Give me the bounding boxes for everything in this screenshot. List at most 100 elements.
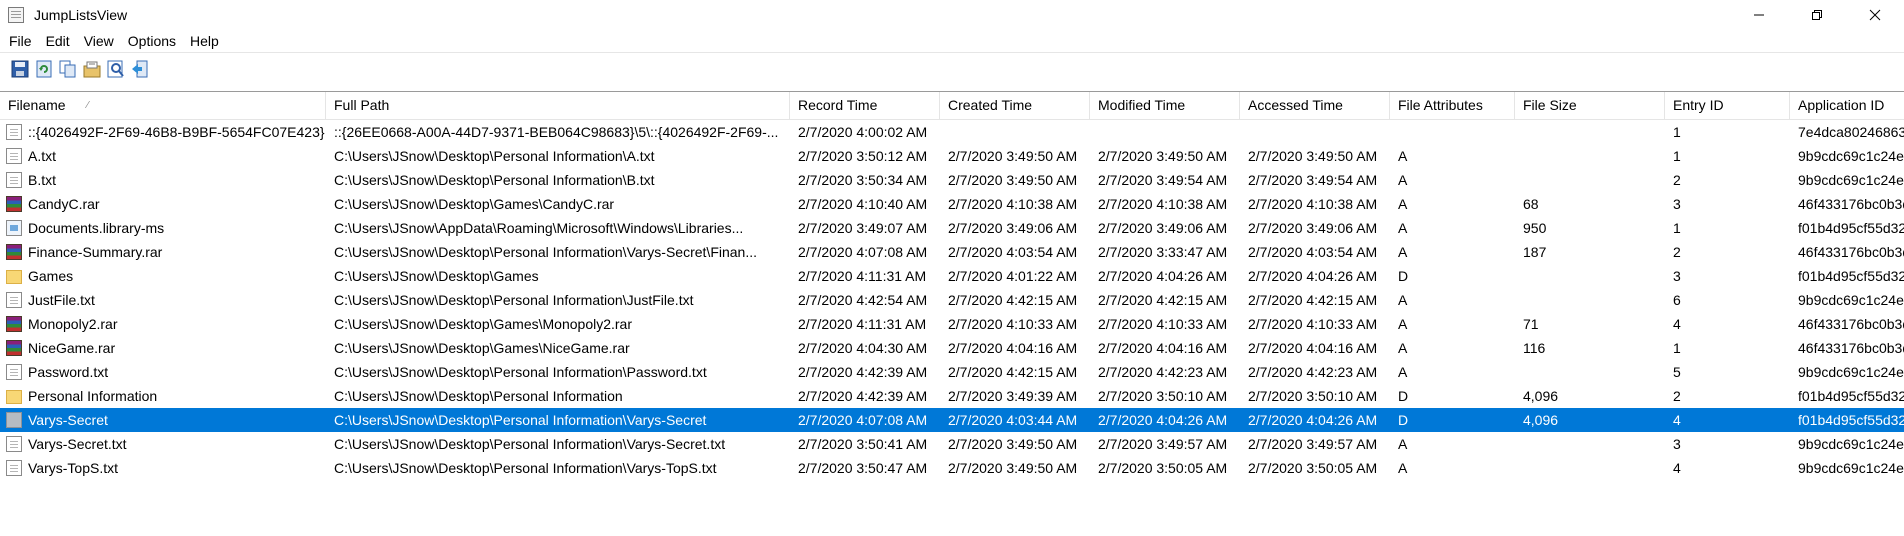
cell-file-size: 4,096 (1523, 412, 1559, 428)
table-row[interactable]: Varys-TopS.txt C:\Users\JSnow\Desktop\Per… (0, 456, 1904, 480)
cell-entry-id: 4 (1673, 460, 1681, 476)
cell-record-time: 2/7/2020 3:50:47 AM (798, 460, 928, 476)
cell-full-path: C:\Users\JSnow\Desktop\Personal Informat… (334, 412, 707, 428)
table-row[interactable]: JustFile.txt C:\Users\JSnow\Desktop\Perso… (0, 288, 1904, 312)
close-button[interactable] (1846, 0, 1904, 30)
cell-file-attributes: D (1398, 388, 1409, 404)
table-row[interactable]: Monopoly2.rar C:\Users\JSnow\Desktop\Game… (0, 312, 1904, 336)
save-icon (11, 60, 29, 78)
cell-file-attributes: A (1398, 436, 1408, 452)
cell-file-size: 71 (1523, 316, 1539, 332)
cell-full-path: C:\Users\JSnow\Desktop\Personal Informat… (334, 244, 758, 260)
cell-record-time: 2/7/2020 4:04:30 AM (798, 340, 928, 356)
table-row[interactable]: CandyC.rar C:\Users\JSnow\Desktop\Games\C… (0, 192, 1904, 216)
cell-file-size: 68 (1523, 196, 1539, 212)
cell-file-attributes: A (1398, 196, 1408, 212)
table-row[interactable]: Games C:\Users\JSnow\Desktop\Games 2/7/202… (0, 264, 1904, 288)
table-row[interactable]: Finance-Summary.rar C:\Users\JSnow\Deskto… (0, 240, 1904, 264)
cell-file-attributes: A (1398, 292, 1408, 308)
column-header-entry-id[interactable]: Entry ID (1665, 92, 1790, 119)
title-bar: JumpListsView (0, 0, 1904, 30)
table-row[interactable]: Password.txt C:\Users\JSnow\Desktop\Perso… (0, 360, 1904, 384)
cell-created-time: 2/7/2020 4:04:16 AM (948, 340, 1078, 356)
document-icon (6, 460, 22, 476)
library-icon (6, 220, 22, 236)
cell-entry-id: 6 (1673, 292, 1681, 308)
cell-record-time: 2/7/2020 4:00:02 AM (798, 124, 928, 140)
table-row[interactable]: ::{4026492F-2F69-46B8-B9BF-5654FC07E423}… (0, 120, 1904, 144)
table-row[interactable]: Varys-Secret.txt C:\Users\JSnow\Desktop\P… (0, 432, 1904, 456)
column-header-label: Accessed Time (1248, 97, 1343, 113)
cell-filename: JustFile.txt (0, 288, 326, 312)
menu-file[interactable]: File (0, 30, 39, 52)
cell-full-path: C:\Users\JSnow\Desktop\Personal Informat… (334, 292, 694, 308)
column-header-application-id[interactable]: Application ID (1790, 92, 1904, 119)
filename-text: Varys-Secret.txt (28, 436, 127, 452)
restore-button[interactable] (1788, 0, 1846, 30)
properties-button[interactable] (80, 57, 104, 81)
cell-created-time: 2/7/2020 4:10:38 AM (948, 196, 1078, 212)
save-button[interactable] (8, 57, 32, 81)
cell-modified-time: 2/7/2020 3:49:06 AM (1098, 220, 1228, 236)
column-header-filename[interactable]: Filename ⁄ (0, 92, 326, 119)
column-header-modified-time[interactable]: Modified Time (1090, 92, 1240, 119)
sort-ascending-icon: ⁄ (87, 100, 89, 111)
cell-accessed-time: 2/7/2020 4:04:26 AM (1248, 412, 1378, 428)
cell-full-path: C:\Users\JSnow\AppData\Roaming\Microsoft… (334, 220, 744, 236)
table-row[interactable]: Personal Information C:\Users\JSnow\Deskt… (0, 384, 1904, 408)
cell-file-size (1515, 456, 1665, 480)
cell-filename: A.txt (0, 144, 326, 168)
cell-filename: B.txt (0, 168, 326, 192)
cell-accessed-time: 2/7/2020 4:10:33 AM (1248, 316, 1378, 332)
find-button[interactable] (104, 57, 128, 81)
exit-button[interactable] (128, 57, 152, 81)
cell-record-time: 2/7/2020 4:42:39 AM (798, 388, 928, 404)
jump-list-table[interactable]: Filename ⁄ Full Path Record Time Created… (0, 91, 1904, 536)
table-row[interactable]: NiceGame.rar C:\Users\JSnow\Desktop\Games… (0, 336, 1904, 360)
column-header-created-time[interactable]: Created Time (940, 92, 1090, 119)
cell-modified-time: 2/7/2020 3:49:54 AM (1098, 172, 1228, 188)
menu-options[interactable]: Options (121, 30, 183, 52)
minimize-button[interactable] (1730, 0, 1788, 30)
cell-accessed-time: 2/7/2020 4:42:15 AM (1248, 292, 1378, 308)
rar-archive-icon (6, 340, 22, 356)
document-icon (6, 436, 22, 452)
filename-text: Personal Information (28, 388, 158, 404)
cell-application-id: 7e4dca80246863e3 (1798, 124, 1904, 140)
filename-text: Varys-Secret (28, 412, 108, 428)
column-header-accessed-time[interactable]: Accessed Time (1240, 92, 1390, 119)
cell-filename: Password.txt (0, 360, 326, 384)
column-header-file-attributes[interactable]: File Attributes (1390, 92, 1515, 119)
cell-accessed-time: 2/7/2020 3:49:54 AM (1248, 172, 1378, 188)
cell-accessed-time: 2/7/2020 3:50:10 AM (1248, 388, 1378, 404)
column-header-label: File Size (1523, 97, 1577, 113)
table-row[interactable]: B.txt C:\Users\JSnow\Desktop\Personal Inf… (0, 168, 1904, 192)
cell-modified-time: 2/7/2020 3:50:10 AM (1098, 388, 1228, 404)
column-header-record-time[interactable]: Record Time (790, 92, 940, 119)
cell-accessed-time: 2/7/2020 4:42:23 AM (1248, 364, 1378, 380)
cell-file-size (1515, 288, 1665, 312)
menu-edit[interactable]: Edit (39, 30, 77, 52)
table-header: Filename ⁄ Full Path Record Time Created… (0, 92, 1904, 120)
cell-record-time: 2/7/2020 4:11:31 AM (798, 268, 927, 284)
column-header-full-path[interactable]: Full Path (326, 92, 790, 119)
menu-view[interactable]: View (77, 30, 121, 52)
copy-button[interactable] (56, 57, 80, 81)
filename-text: Monopoly2.rar (28, 316, 118, 332)
document-icon (6, 292, 22, 308)
column-header-label: Entry ID (1673, 97, 1724, 113)
table-row[interactable]: A.txt C:\Users\JSnow\Desktop\Personal Inf… (0, 144, 1904, 168)
cell-filename: Varys-Secret.txt (0, 432, 326, 456)
cell-file-attributes: A (1398, 244, 1408, 260)
filename-text: JustFile.txt (28, 292, 95, 308)
table-row-selected[interactable]: Varys-Secret C:\Users\JSnow\Desktop\Perso… (0, 408, 1904, 432)
cell-application-id: f01b4d95cf55d32a (1798, 220, 1904, 236)
column-header-file-size[interactable]: File Size (1515, 92, 1665, 119)
menu-help[interactable]: Help (183, 30, 226, 52)
refresh-button[interactable] (32, 57, 56, 81)
cell-entry-id: 4 (1673, 412, 1681, 428)
minimize-icon (1754, 14, 1764, 16)
filename-text: Games (28, 268, 74, 284)
table-row[interactable]: Documents.library-ms C:\Users\JSnow\AppDa… (0, 216, 1904, 240)
cell-full-path: C:\Users\JSnow\Desktop\Games (334, 268, 539, 284)
